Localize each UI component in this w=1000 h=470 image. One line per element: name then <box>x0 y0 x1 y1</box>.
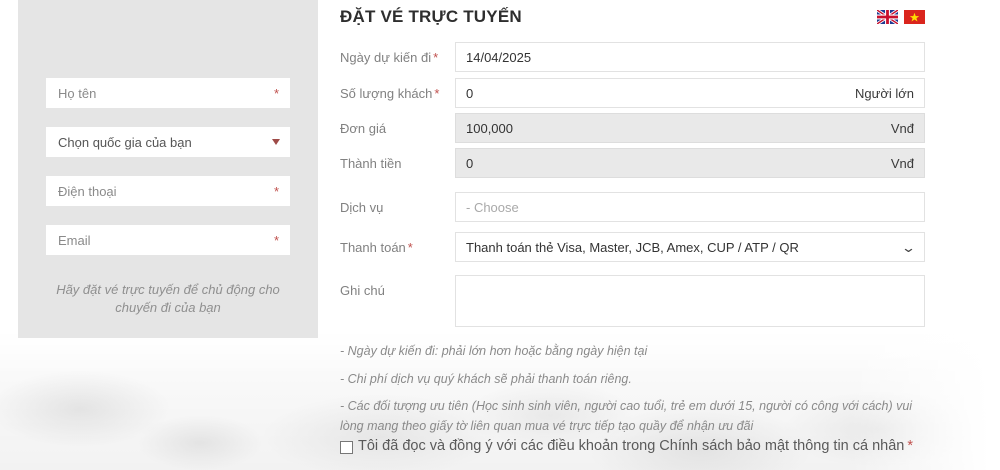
service-label: Dịch vụ <box>340 200 384 215</box>
form-hint-priority: - Các đối tượng ưu tiên (Học sinh sinh v… <box>340 399 913 433</box>
contact-sidebar: * Chọn quốc gia của bạn * * Hãy đặt vé t… <box>18 0 318 338</box>
required-asterisk: * <box>273 233 279 249</box>
required-asterisk: * <box>907 438 914 454</box>
departure-date-label: Ngày dự kiến đi * <box>340 50 439 65</box>
fullname-field-wrap: * <box>46 78 290 108</box>
required-asterisk: * <box>273 86 279 102</box>
guest-unit-label: Người lớn <box>855 85 914 101</box>
service-row: Dịch vụ - Choose <box>340 192 925 222</box>
required-asterisk: * <box>407 240 413 255</box>
currency-label: Vnđ <box>890 155 914 171</box>
guest-count-row: Số lượng khách* Người lớn <box>340 78 925 108</box>
agreement-checkbox[interactable] <box>340 441 353 454</box>
departure-date-box <box>455 42 925 72</box>
language-switcher <box>877 10 925 24</box>
unit-price-row: Đơn giá 100,000 Vnđ <box>340 113 925 143</box>
unit-price-label: Đơn giá <box>340 121 387 136</box>
chevron-down-icon <box>272 139 280 145</box>
payment-label: Thanh toán * <box>340 240 413 255</box>
agreement-row: Tôi đã đọc và đồng ý với các điều khoản … <box>340 438 980 454</box>
form-hint-service-fee: - Chi phí dịch vụ quý khách sẽ phải than… <box>340 372 632 386</box>
phone-input[interactable] <box>46 176 290 206</box>
vietnam-flag-icon[interactable] <box>904 10 925 24</box>
unit-price-box: 100,000 Vnđ <box>455 113 925 143</box>
note-row: Ghi chú <box>340 275 925 327</box>
total-amount-label: Thành tiền <box>340 156 402 171</box>
required-asterisk: * <box>433 50 439 65</box>
total-amount-box: 0 Vnđ <box>455 148 925 178</box>
required-asterisk: * <box>273 184 279 200</box>
note-textarea[interactable] <box>455 275 925 327</box>
email-input[interactable] <box>46 225 290 255</box>
chevron-down-icon: ⌄ <box>900 239 917 255</box>
payment-select[interactable]: Thanh toán thẻ Visa, Master, JCB, Amex, … <box>455 232 925 262</box>
total-amount-row: Thành tiền 0 Vnđ <box>340 148 925 178</box>
sidebar-tagline: Hãy đặt vé trực tuyến để chủ động cho ch… <box>56 282 280 315</box>
departure-date-row: Ngày dự kiến đi * <box>340 42 925 72</box>
guest-count-input[interactable] <box>466 85 847 101</box>
note-label: Ghi chú <box>340 283 385 298</box>
unit-price-value: 100,000 <box>466 120 513 136</box>
page-title: ĐẶT VÉ TRỰC TUYẾN <box>340 7 522 26</box>
phone-field-wrap: * <box>46 176 290 206</box>
booking-page: * Chọn quốc gia của bạn * * Hãy đặt vé t… <box>0 0 1000 470</box>
service-select[interactable]: - Choose <box>455 192 925 222</box>
service-placeholder: - Choose <box>466 199 519 215</box>
uk-flag-icon[interactable] <box>877 10 898 24</box>
currency-label: Vnđ <box>890 120 914 136</box>
payment-row: Thanh toán * Thanh toán thẻ Visa, Master,… <box>340 232 925 262</box>
departure-date-input[interactable] <box>466 49 914 65</box>
agreement-label[interactable]: Tôi đã đọc và đồng ý với các điều khoản … <box>358 438 913 454</box>
fullname-input[interactable] <box>46 78 290 108</box>
required-asterisk: * <box>434 86 440 101</box>
guest-count-box: Người lớn <box>455 78 925 108</box>
country-select-label: Chọn quốc gia của bạn <box>58 134 192 150</box>
payment-selected-option: Thanh toán thẻ Visa, Master, JCB, Amex, … <box>466 239 799 255</box>
total-amount-value: 0 <box>466 155 474 171</box>
country-select[interactable]: Chọn quốc gia của bạn <box>46 127 290 157</box>
form-hint-date: - Ngày dự kiến đi: phải lớn hơn hoặc bằn… <box>340 344 648 358</box>
email-field-wrap: * <box>46 225 290 255</box>
guest-count-label: Số lượng khách * <box>340 86 440 101</box>
